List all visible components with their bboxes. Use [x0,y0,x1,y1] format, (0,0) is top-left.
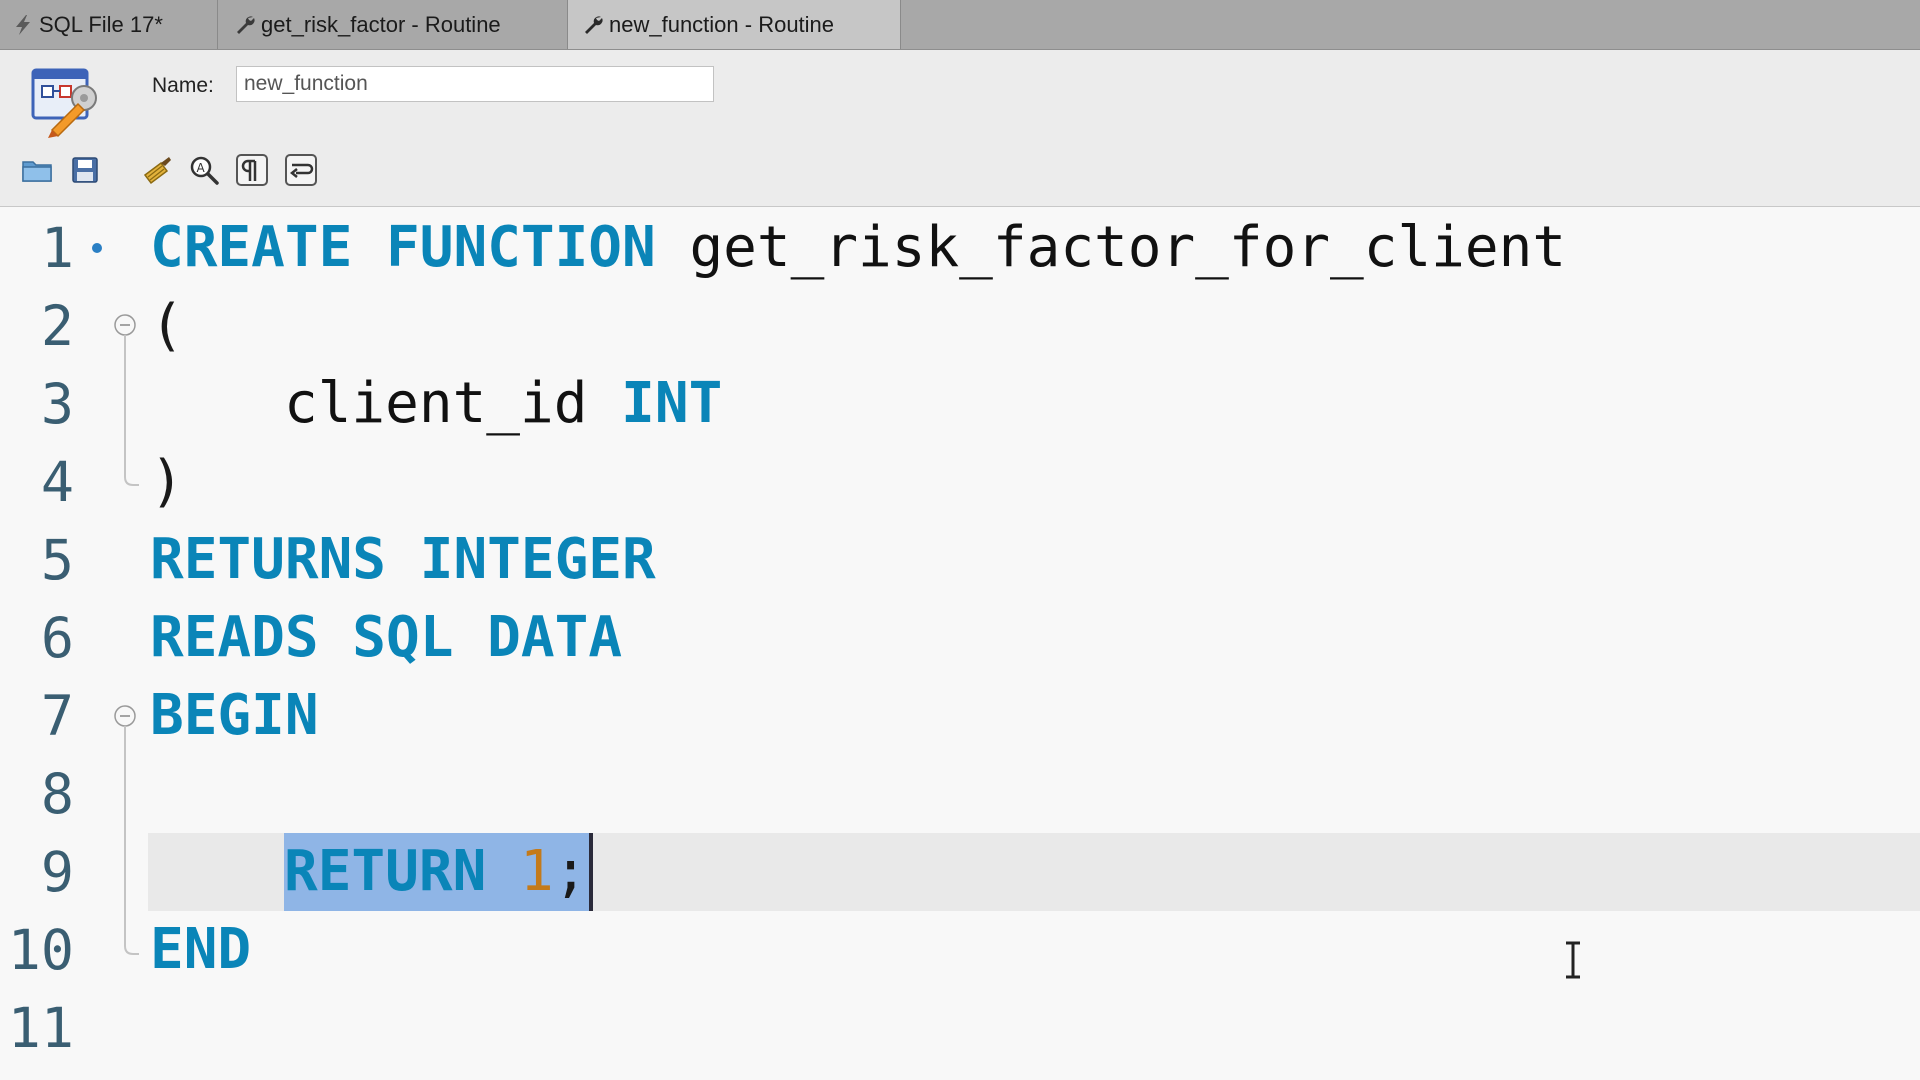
modified-line-dot [92,243,102,253]
wrench-icon [234,14,256,36]
keyword: INTEGER [419,527,656,592]
identifier: client_id [284,371,588,436]
tab-label: get_risk_factor - Routine [261,11,501,37]
line-number: 2 [40,294,74,358]
close-paren: ) [150,449,184,514]
text-caret [589,833,593,911]
keyword: RETURN [284,839,487,904]
svg-text:A: A [197,161,206,175]
keyword: CREATE [150,215,353,280]
toggle-invisible-chars-button[interactable] [234,152,270,188]
code-line-3: client_id INT [284,365,722,443]
tab-get-risk-factor[interactable]: get_risk_factor - Routine [218,0,568,49]
number-literal: 1 [520,839,554,904]
semicolon: ; [553,839,588,904]
keyword: END [150,917,252,982]
code-line-9: RETURN 1; [284,833,587,911]
wrench-icon [582,14,604,36]
code-line-5: RETURNS INTEGER [150,521,656,599]
sql-editor[interactable]: 1 2 3 4 5 6 7 8 9 10 11 CREATE FUNCTION … [0,207,1920,1080]
keyword: FUNCTION [386,215,656,280]
word-wrap-icon [285,154,317,186]
line-number: 11 [7,996,74,1060]
find-button[interactable]: A [186,152,222,188]
save-icon [72,157,98,183]
line-number: 3 [40,372,74,436]
line-number: 4 [40,450,74,514]
tab-sql-file-17[interactable]: SQL File 17* [0,0,218,49]
lightning-icon [12,14,34,36]
code-line-2: ( [150,287,184,365]
keyword: READS [150,605,319,670]
keyword: DATA [487,605,623,670]
line-number: 10 [7,918,74,982]
open-folder-button[interactable] [19,152,55,188]
routine-header: Name: A [0,50,1920,207]
line-number: 1 [40,216,74,280]
line-number: 8 [40,762,74,826]
code-line-1: CREATE FUNCTION get_risk_factor_for_clie… [150,209,1566,287]
keyword: SQL [352,605,454,670]
line-number: 7 [40,684,74,748]
invisible-chars-icon [236,154,268,186]
toggle-word-wrap-button[interactable] [283,152,319,188]
name-label: Name: [152,74,214,97]
line-number: 5 [40,528,74,592]
keyword: RETURNS [150,527,387,592]
tab-label: SQL File 17* [39,11,163,37]
routine-editor-logo-icon [30,64,106,140]
open-paren: ( [150,293,184,358]
keyword: INT [621,371,723,436]
beautify-button[interactable] [138,152,174,188]
line-number: 6 [40,606,74,670]
beautify-brush-icon [143,157,171,185]
code-line-10: END [150,911,251,989]
ibeam-cursor-icon [1566,941,1580,979]
open-folder-icon [22,161,52,182]
tab-label: new_function - Routine [609,11,835,37]
code-line-6: READS SQL DATA [150,599,622,677]
code-line-7: BEGIN [150,677,319,755]
tab-bar: SQL File 17* get_risk_factor - Routine n… [0,0,1920,50]
routine-name-input[interactable] [236,66,714,102]
find-icon: A [190,156,219,185]
keyword: BEGIN [150,683,319,748]
line-number: 9 [40,840,74,904]
tab-new-function[interactable]: new_function - Routine [568,0,901,49]
identifier: get_risk_factor_for_client [689,215,1567,280]
code-line-4: ) [150,443,184,521]
save-button[interactable] [67,152,103,188]
